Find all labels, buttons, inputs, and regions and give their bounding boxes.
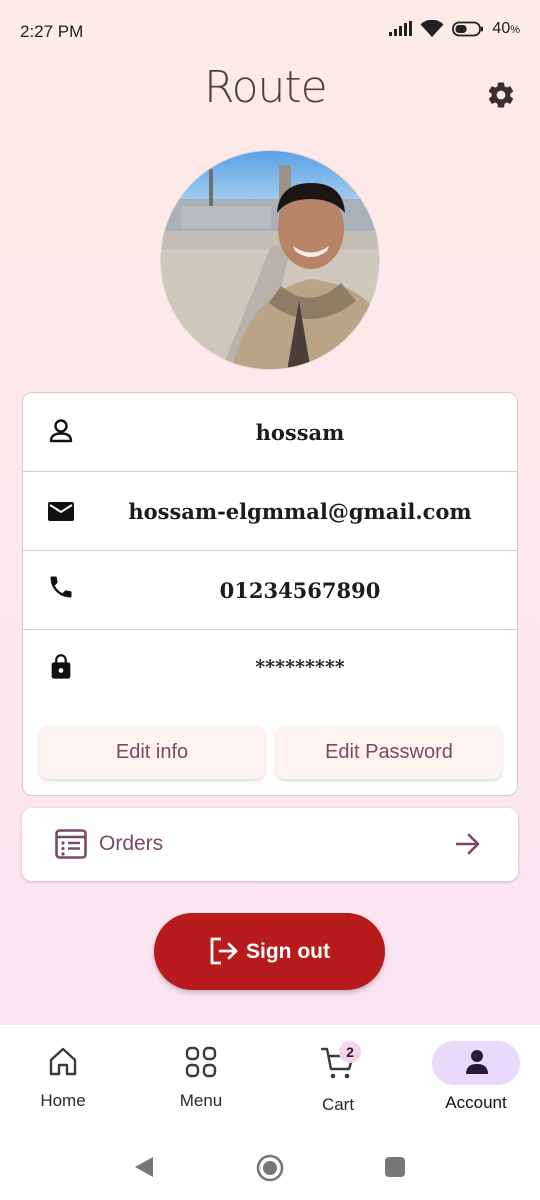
- lock-icon: [51, 654, 71, 679]
- system-navigation-bar: [0, 1135, 540, 1200]
- recents-icon[interactable]: [384, 1156, 406, 1178]
- nav-home-label: Home: [40, 1091, 86, 1110]
- phone-value: 01234567890: [219, 578, 381, 603]
- nav-menu-label: Menu: [179, 1091, 223, 1110]
- signal-icon: [389, 21, 413, 36]
- name-row: hossam: [23, 393, 517, 472]
- home-circle-icon[interactable]: [256, 1154, 284, 1182]
- nav-account[interactable]: Account: [432, 1025, 520, 1135]
- arrow-right-icon: [456, 833, 480, 855]
- wifi-icon: [420, 20, 444, 37]
- email-icon: [48, 502, 74, 521]
- account-screen: 2:27 PM 40% Route hossam hossam-elgmmal@…: [0, 0, 540, 1025]
- email-row: hossam-elgmmal@gmail.com: [23, 472, 517, 551]
- nav-account-label: Account: [445, 1093, 507, 1112]
- bottom-navigation: Home Menu Cart Account: [0, 1025, 540, 1135]
- orders-label: Orders: [99, 832, 164, 855]
- nav-cart[interactable]: Cart: [295, 1025, 381, 1135]
- orders-button[interactable]: Orders: [22, 808, 518, 881]
- home-icon: [49, 1047, 77, 1076]
- profile-info-card: hossam hossam-elgmmal@gmail.com 01234567…: [22, 392, 518, 796]
- back-icon[interactable]: [133, 1155, 155, 1179]
- battery-percent: 40%: [492, 20, 520, 37]
- sign-out-button[interactable]: Sign out: [154, 913, 385, 990]
- password-row: *********: [23, 630, 517, 709]
- person-icon: [466, 1050, 488, 1074]
- person-outline-icon: [49, 419, 73, 443]
- profile-avatar[interactable]: [160, 150, 380, 370]
- grid-icon: [185, 1046, 217, 1078]
- gear-icon: [488, 82, 514, 108]
- app-logo: Route: [204, 62, 328, 113]
- nav-cart-label: Cart: [321, 1095, 355, 1114]
- phone-row: 01234567890: [23, 551, 517, 630]
- orders-list-icon: [55, 829, 87, 859]
- nav-menu[interactable]: Menu: [158, 1025, 244, 1135]
- sign-out-label: Sign out: [246, 940, 330, 963]
- settings-button[interactable]: [486, 80, 516, 110]
- edit-info-button[interactable]: Edit info: [39, 725, 265, 779]
- phone-icon: [50, 576, 72, 598]
- password-value: *********: [255, 656, 345, 678]
- status-bar: 2:27 PM 40%: [0, 0, 540, 64]
- name-value: hossam: [255, 420, 345, 445]
- profile-photo: [161, 151, 379, 369]
- cart-badge: 2: [339, 1041, 361, 1063]
- battery-icon: [452, 21, 484, 37]
- status-indicators: 40%: [388, 20, 520, 38]
- logout-icon: [210, 937, 238, 965]
- edit-password-button[interactable]: Edit Password: [276, 725, 502, 779]
- nav-home[interactable]: Home: [20, 1025, 106, 1135]
- email-value: hossam-elgmmal@gmail.com: [128, 499, 472, 524]
- status-time: 2:27 PM: [20, 22, 84, 41]
